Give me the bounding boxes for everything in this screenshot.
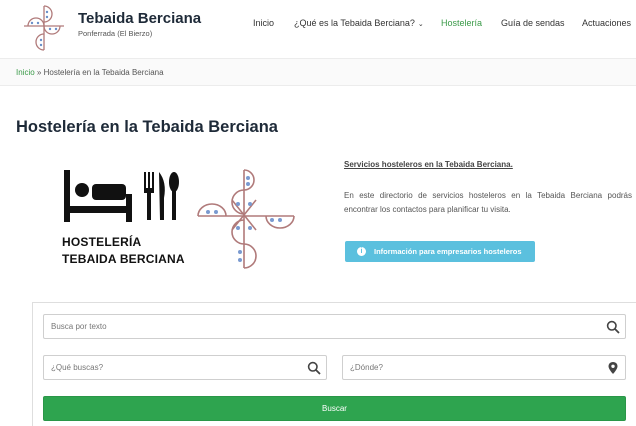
site-header: Tebaida Berciana Ponferrada (El Bierzo) … — [0, 0, 636, 58]
breadcrumb-current: Hostelería en la Tebaida Berciana — [43, 68, 164, 77]
knife-icon — [159, 172, 165, 220]
what-search-field — [43, 355, 327, 380]
where-search-field — [342, 355, 626, 380]
side-title-link[interactable]: Servicios hosteleros en la Tebaida Berci… — [344, 160, 513, 169]
breadcrumb-bar: Inicio » Hostelería en la Tebaida Bercia… — [0, 58, 636, 86]
side-description: En este directorio de servicios hosteler… — [344, 191, 632, 214]
breadcrumb-separator: » — [36, 68, 42, 77]
where-search-input[interactable] — [343, 356, 625, 379]
hero-line-2: TEBAIDA BERCIANA — [62, 252, 185, 266]
breadcrumb: Inicio » Hostelería en la Tebaida Bercia… — [16, 68, 164, 77]
what-search-input[interactable] — [44, 356, 326, 379]
spoon-icon — [169, 172, 179, 220]
breadcrumb-home-link[interactable]: Inicio — [16, 68, 35, 77]
nav-item-inicio[interactable]: Inicio — [253, 18, 274, 28]
hero-line-1: HOSTELERÍA — [62, 235, 142, 249]
site-tagline: Ponferrada (El Bierzo) — [78, 29, 153, 38]
text-search-field — [43, 314, 626, 339]
hero-image: HOSTELERÍA TEBAIDA BERCIANA — [58, 164, 303, 272]
logo-mark[interactable] — [20, 4, 68, 52]
site-title[interactable]: Tebaida Berciana — [78, 10, 201, 27]
bed-icon — [64, 170, 132, 222]
chevron-down-icon: ⌄ — [417, 21, 424, 28]
search-icon[interactable] — [307, 361, 321, 375]
search-icon[interactable] — [606, 320, 620, 334]
nav-item-que-es-label: ¿Qué es la Tebaida Berciana? — [294, 18, 415, 28]
info-empresarios-button[interactable]: i Información para empresarios hostelero… — [345, 241, 535, 262]
nav-item-hosteleria[interactable]: Hostelería — [441, 18, 482, 28]
hero-caption: HOSTELERÍA TEBAIDA BERCIANA — [62, 234, 185, 268]
nav-item-guia-de-sendas[interactable]: Guía de sendas — [501, 18, 565, 28]
text-search-input[interactable] — [44, 315, 625, 338]
info-button-label: Información para empresarios hosteleros — [374, 247, 522, 256]
map-pin-icon[interactable] — [606, 361, 620, 375]
nav-item-que-es[interactable]: ¿Qué es la Tebaida Berciana? ⌄ — [294, 18, 424, 28]
page-title: Hostelería en la Tebaida Berciana — [16, 118, 278, 136]
fork-icon — [144, 172, 154, 220]
search-button[interactable]: Buscar — [43, 396, 626, 421]
nav-item-actuaciones[interactable]: Actuaciones — [582, 18, 631, 28]
info-icon: i — [357, 247, 366, 256]
